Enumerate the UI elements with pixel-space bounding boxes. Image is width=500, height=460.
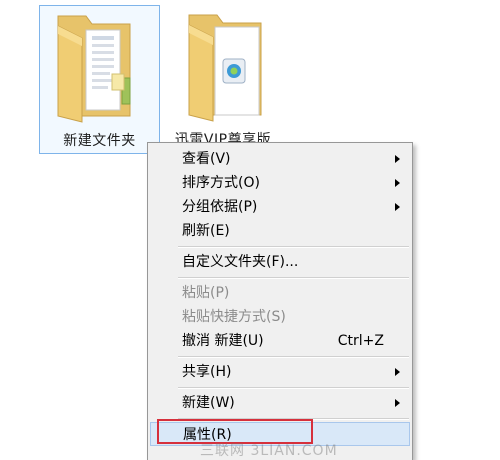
menu-separator (178, 387, 409, 389)
menu-item-refresh[interactable]: 刷新(E) (150, 219, 410, 243)
menu-item-label: 自定义文件夹(F)... (182, 254, 299, 270)
menu-item-label: 共享(H) (182, 364, 232, 380)
menu-item-label: 刷新(E) (182, 223, 230, 239)
menu-item-label: 粘贴快捷方式(S) (182, 309, 286, 325)
menu-separator (178, 277, 409, 279)
context-menu: 查看(V) 排序方式(O) 分组依据(P) 刷新(E) 自定义文件夹(F)...… (147, 142, 413, 460)
menu-item-view[interactable]: 查看(V) (150, 147, 410, 171)
menu-item-share[interactable]: 共享(H) (150, 360, 410, 384)
submenu-arrow-icon (395, 399, 400, 407)
folder-icon (188, 14, 262, 122)
menu-item-label: 粘贴(P) (182, 285, 230, 301)
folder-new-folder[interactable]: 新建文件夹 (39, 5, 160, 154)
menu-item-new[interactable]: 新建(W) (150, 391, 410, 415)
menu-item-group-by[interactable]: 分组依据(P) (150, 195, 410, 219)
desktop-window: 新建文件夹 迅雷VIP尊享版 查看(V) 排序方式(O) 分组依据(P) 刷新(… (0, 0, 500, 460)
menu-item-paste: 粘贴(P) (150, 281, 410, 305)
menu-item-label: 新建(W) (182, 395, 235, 411)
submenu-arrow-icon (395, 368, 400, 376)
submenu-arrow-icon (395, 155, 400, 163)
submenu-arrow-icon (395, 203, 400, 211)
folder-xunlei-vip[interactable]: 迅雷VIP尊享版 (168, 5, 278, 154)
submenu-arrow-icon (395, 179, 400, 187)
watermark-text: 三联网 3LIAN.COM (200, 443, 338, 459)
menu-item-label: 分组依据(P) (182, 199, 258, 215)
menu-item-label: 排序方式(O) (182, 175, 260, 191)
menu-item-undo-new[interactable]: 撤消 新建(U) Ctrl+Z (150, 329, 410, 353)
menu-item-customize-folder[interactable]: 自定义文件夹(F)... (150, 250, 410, 274)
menu-separator (178, 356, 409, 358)
menu-item-label: 撤消 新建(U) (182, 333, 264, 349)
menu-item-sort-by[interactable]: 排序方式(O) (150, 171, 410, 195)
menu-item-label: 查看(V) (182, 151, 231, 167)
menu-separator (178, 246, 409, 248)
folder-icon (57, 15, 130, 123)
menu-item-shortcut: Ctrl+Z (337, 333, 384, 349)
menu-separator (178, 418, 409, 420)
folder-label: 新建文件夹 (63, 133, 136, 149)
menu-item-paste-shortcut: 粘贴快捷方式(S) (150, 305, 410, 329)
